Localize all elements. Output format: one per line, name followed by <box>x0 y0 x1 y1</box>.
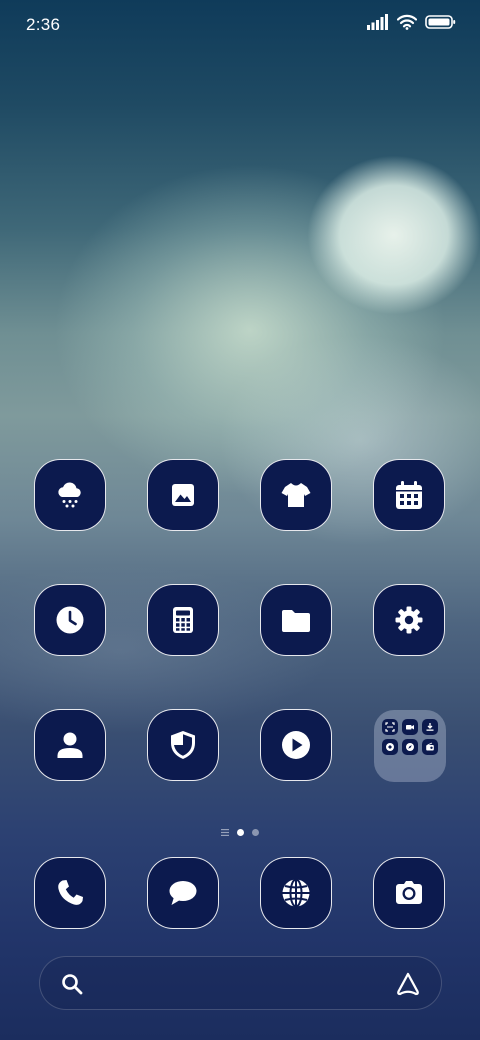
file-manager-folder-icon <box>282 610 310 632</box>
page-dot-active[interactable] <box>237 829 244 836</box>
file-manager-app-icon[interactable] <box>260 584 332 656</box>
settings-app-icon[interactable] <box>373 584 445 656</box>
camera-app-icon[interactable] <box>373 857 445 929</box>
contacts-app-icon[interactable] <box>34 709 106 781</box>
status-bar: 2:36 <box>0 0 480 50</box>
messages-app-icon[interactable] <box>147 857 219 929</box>
wifi-icon <box>397 14 417 30</box>
phone-icon <box>58 880 83 905</box>
settings-gear-icon <box>395 606 423 634</box>
gallery-icon <box>172 484 194 506</box>
gallery-app-icon[interactable] <box>147 459 219 531</box>
video-player-app-icon[interactable] <box>260 709 332 781</box>
browser-app-icon[interactable] <box>260 857 332 929</box>
search-icon[interactable] <box>60 972 84 996</box>
scanner-icon <box>382 719 398 735</box>
clock-app-icon[interactable] <box>34 584 106 656</box>
feed-indicator-icon <box>221 829 229 836</box>
calendar-app-icon[interactable] <box>373 459 445 531</box>
phone-app-icon[interactable] <box>34 857 106 929</box>
camera-icon <box>396 881 422 904</box>
radio-icon <box>422 739 438 755</box>
video-player-icon <box>282 731 310 759</box>
weather-app-icon[interactable] <box>34 459 106 531</box>
calendar-icon <box>396 481 422 509</box>
page-indicator <box>0 829 480 836</box>
themes-app-icon[interactable] <box>260 459 332 531</box>
messages-icon <box>169 881 197 905</box>
status-icons <box>367 14 456 30</box>
clock-icon <box>56 606 84 634</box>
contacts-person-icon <box>57 732 83 758</box>
assistant-icon[interactable] <box>395 971 421 997</box>
download-icon <box>422 719 438 735</box>
weather-snow-icon <box>58 482 81 508</box>
security-shield-icon <box>171 731 195 759</box>
apps-icon <box>382 739 398 755</box>
search-bar[interactable] <box>39 956 442 1010</box>
browser-globe-icon <box>282 878 310 908</box>
cellular-signal-icon <box>367 14 388 30</box>
video-camera-icon <box>402 719 418 735</box>
security-app-icon[interactable] <box>147 709 219 781</box>
app-folder[interactable] <box>374 710 446 782</box>
calculator-icon <box>173 607 193 633</box>
status-time: 2:36 <box>26 15 61 34</box>
compass-icon <box>402 739 418 755</box>
themes-shirt-icon <box>281 483 311 507</box>
page-dot[interactable] <box>252 829 259 836</box>
battery-icon <box>425 15 456 29</box>
calculator-app-icon[interactable] <box>147 584 219 656</box>
